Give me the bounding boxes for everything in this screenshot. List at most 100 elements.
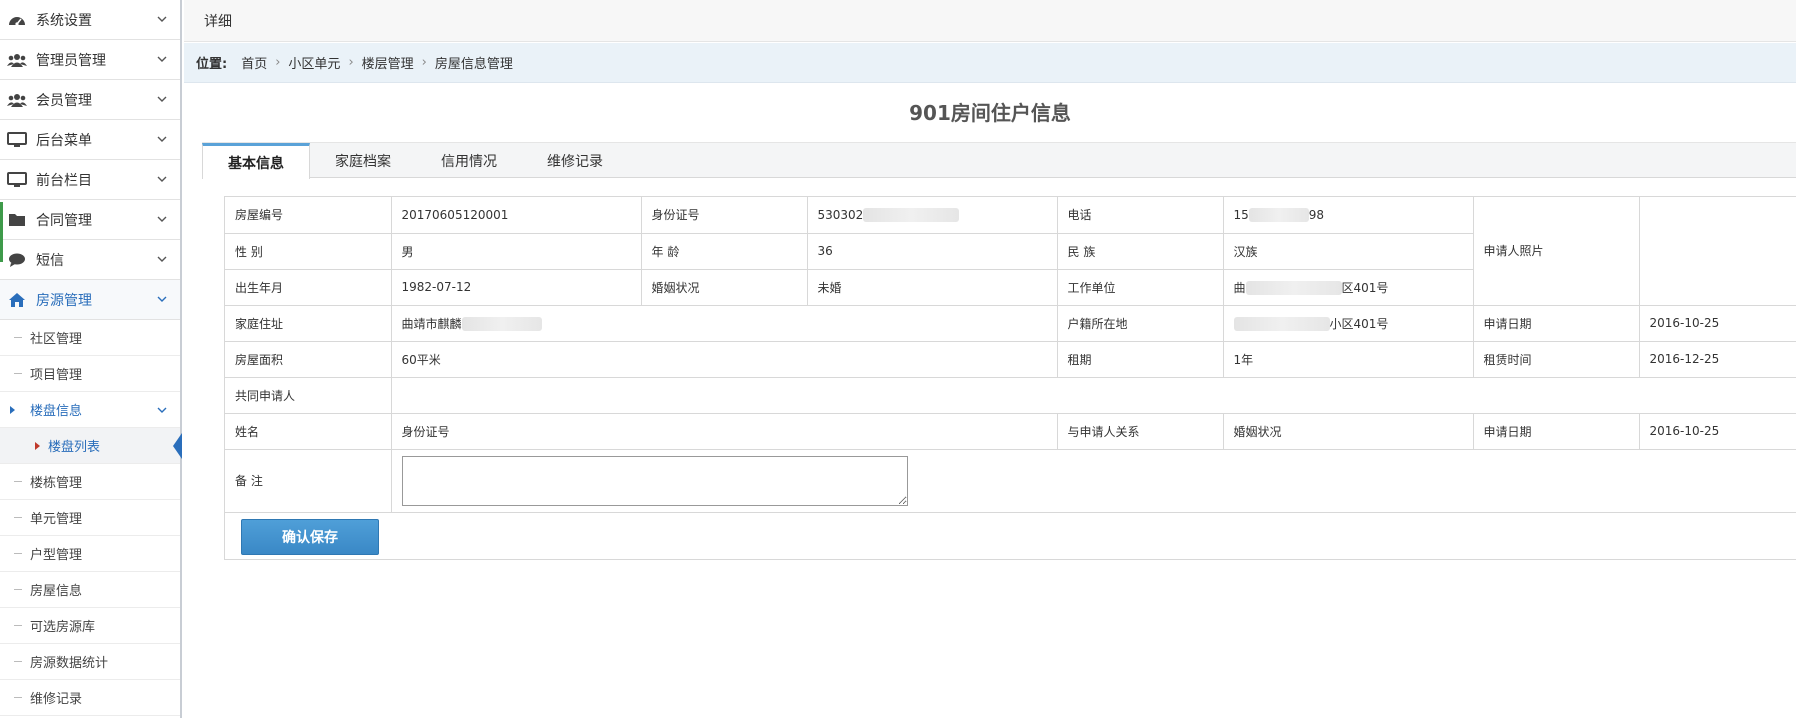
- chevron-down-icon: [157, 296, 167, 302]
- age-value: 36: [806, 232, 1058, 270]
- cell-label: 出生年月: [225, 268, 392, 306]
- remark-cell: [390, 448, 1796, 513]
- redaction-blur: [1233, 317, 1330, 331]
- cell-label: 备 注: [225, 448, 392, 513]
- column-header: 与申请人关系: [1056, 412, 1224, 450]
- menu-item-member-management[interactable]: 会员管理: [0, 80, 180, 120]
- sidebar-item-community[interactable]: 社区管理: [0, 320, 180, 356]
- menu-item-frontend-columns[interactable]: 前台栏目: [0, 160, 180, 200]
- menu-item-housing-management[interactable]: 房源管理: [0, 280, 180, 320]
- table-row: 姓名 身份证号 与申请人关系 婚姻状况 申请日期 2016-10-25: [225, 412, 1796, 450]
- chevron-down-icon: [157, 216, 167, 222]
- chevron-down-icon: [157, 56, 167, 62]
- monitor-icon: [6, 129, 28, 151]
- phone-prefix: 15: [1233, 207, 1249, 222]
- sidebar-item-unit[interactable]: 单元管理: [0, 500, 180, 536]
- menu-item-admin-management[interactable]: 管理员管理: [0, 40, 180, 80]
- sidebar-item-housing-stats[interactable]: 房源数据统计: [0, 644, 180, 680]
- tab-credit-status[interactable]: 信用情况: [416, 143, 522, 178]
- users-icon: [6, 49, 28, 71]
- sidebar-item-floor-plan[interactable]: 户型管理: [0, 536, 180, 572]
- sidebar-item-label: 楼盘列表: [48, 440, 101, 455]
- redaction-blur: [461, 317, 542, 331]
- co-applicant-value: [390, 376, 1796, 414]
- chevron-down-icon: [157, 136, 167, 142]
- cell-label: 共同申请人: [225, 376, 392, 414]
- table-row: 家庭住址 曲靖市麒麟 户籍所在地 小区401号 申请日期 2016-10-25: [225, 304, 1796, 342]
- cell-label: 租赁时间: [1472, 340, 1640, 378]
- remark-textarea[interactable]: [401, 455, 908, 506]
- cell-label: 婚姻状况: [640, 268, 808, 306]
- chevron-down-icon: [157, 176, 167, 182]
- table-row: 共同申请人: [225, 376, 1796, 414]
- chevron-down-icon: [157, 96, 167, 102]
- sidebar: 系统设置 管理员管理 会员管理 后台菜单 前台栏目 合同管理 短信 房源管理 社…: [0, 0, 182, 718]
- redaction-blur: [1245, 281, 1342, 295]
- cell-label: 户籍所在地: [1056, 304, 1224, 342]
- menu-item-sms[interactable]: 短信: [0, 240, 180, 280]
- tab-family-archive[interactable]: 家庭档案: [310, 143, 416, 178]
- cell-label: 工作单位: [1056, 268, 1224, 306]
- chevron-down-icon: [157, 256, 167, 262]
- sidebar-item-property-list[interactable]: 楼盘列表: [0, 428, 182, 464]
- cell-label: 身份证号: [640, 197, 808, 234]
- cell-label: 申请人照片: [1472, 197, 1640, 306]
- sidebar-item-available-housing[interactable]: 可选房源库: [0, 608, 180, 644]
- breadcrumb-community-unit[interactable]: 小区单元: [288, 53, 340, 72]
- breadcrumb-separator: ›: [275, 55, 281, 70]
- menu-label: 后台菜单: [36, 132, 92, 149]
- id-prefix: 530302: [817, 207, 864, 222]
- caret-right-icon: [10, 406, 15, 414]
- menu-label: 前台栏目: [36, 172, 92, 189]
- cell-label: 民 族: [1056, 232, 1224, 270]
- folder-icon: [6, 209, 28, 231]
- menu-label: 合同管理: [36, 212, 92, 229]
- info-table: 房屋编号 20170605120001 身份证号 530302 电话 15 98 …: [225, 197, 1796, 513]
- redaction-blur: [1248, 208, 1309, 222]
- tab-basic-info[interactable]: 基本信息: [202, 143, 310, 179]
- cell-label: 房屋编号: [225, 197, 392, 234]
- breadcrumb-floor-management[interactable]: 楼层管理: [362, 53, 414, 72]
- menu-item-contract-management[interactable]: 合同管理: [0, 200, 180, 262]
- birth-value: 1982-07-12: [390, 268, 642, 306]
- breadcrumb-house-info-management[interactable]: 房屋信息管理: [435, 53, 513, 72]
- menu-label: 管理员管理: [36, 52, 106, 69]
- cell-label: 家庭住址: [225, 304, 392, 342]
- breadcrumb-separator: ›: [348, 55, 354, 70]
- home-icon: [6, 289, 28, 311]
- breadcrumb: 位置: 首页 › 小区单元 › 楼层管理 › 房屋信息管理: [184, 43, 1796, 83]
- applicant-photo: [1638, 197, 1796, 306]
- apply-date-value: 2016-10-25: [1638, 304, 1796, 342]
- top-bar-title: 详细: [204, 13, 232, 30]
- lease-value: 1年: [1222, 340, 1474, 378]
- breadcrumb-separator: ›: [421, 55, 427, 70]
- sidebar-item-project[interactable]: 项目管理: [0, 356, 180, 392]
- co-applicant-apply-date: 2016-10-25: [1638, 412, 1796, 450]
- address-prefix: 曲靖市麒麟: [401, 316, 462, 331]
- sidebar-item-house-info[interactable]: 房屋信息: [0, 572, 180, 608]
- column-header: 身份证号: [390, 412, 1058, 450]
- menu-item-backend-menu[interactable]: 后台菜单: [0, 120, 180, 160]
- cell-label: 租期: [1056, 340, 1224, 378]
- top-bar: 详细: [184, 0, 1796, 42]
- menu-label: 系统设置: [36, 12, 92, 29]
- save-button[interactable]: 确认保存: [241, 519, 379, 555]
- sidebar-item-building[interactable]: 楼栋管理: [0, 464, 180, 500]
- sidebar-item-property-info[interactable]: 楼盘信息: [0, 392, 180, 428]
- menu-label: 会员管理: [36, 92, 92, 109]
- house-no-value: 20170605120001: [390, 197, 642, 234]
- tab-repair-records[interactable]: 维修记录: [522, 143, 628, 178]
- page-title: 901房间住户信息: [909, 101, 1071, 125]
- breadcrumb-home[interactable]: 首页: [241, 53, 267, 72]
- menu-item-system-settings[interactable]: 系统设置: [0, 0, 180, 40]
- work-prefix: 曲: [1233, 280, 1246, 295]
- phone-suffix: 98: [1308, 207, 1325, 222]
- column-header: 姓名: [225, 412, 392, 450]
- table-row: 房屋编号 20170605120001 身份证号 530302 电话 15 98 …: [225, 197, 1796, 306]
- cell-label: 电话: [1056, 197, 1224, 234]
- dashboard-icon: [6, 9, 28, 31]
- sidebar-item-repair-records[interactable]: 维修记录: [0, 680, 180, 716]
- address-value: 曲靖市麒麟: [390, 304, 1058, 342]
- redaction-blur: [863, 208, 960, 222]
- gender-value: 男: [390, 232, 642, 270]
